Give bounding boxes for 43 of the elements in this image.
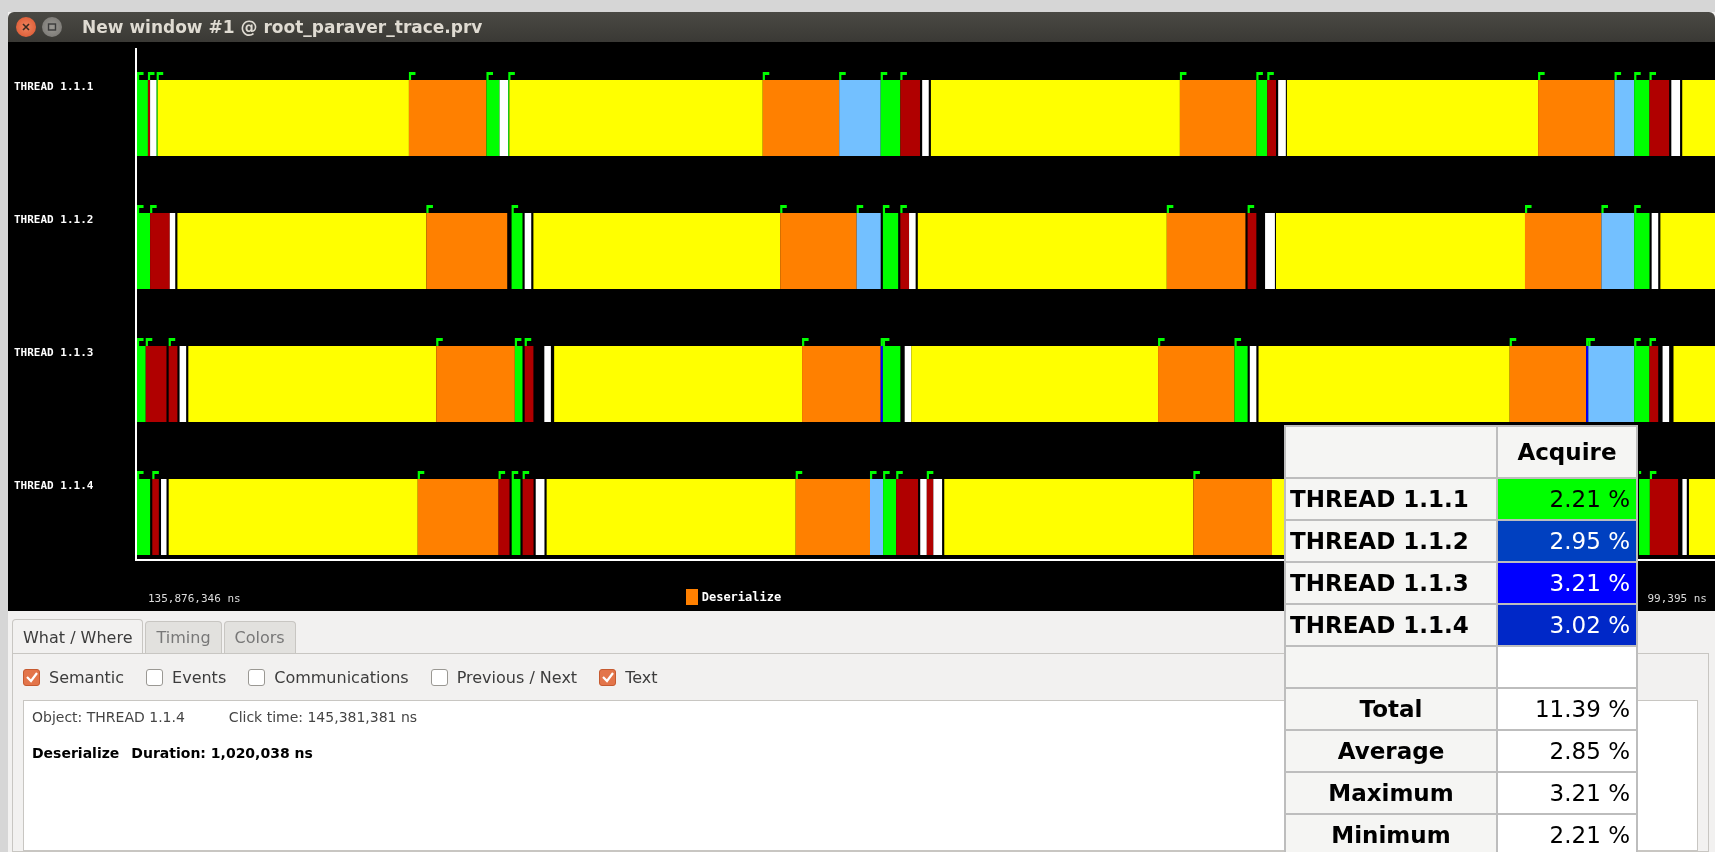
value-cell: 3.21 %: [1498, 563, 1636, 603]
value-cell: 2.21 %: [1498, 479, 1636, 519]
object-text: Object: THREAD 1.1.4: [32, 709, 185, 725]
stat-label: Minimum: [1286, 815, 1496, 852]
tab[interactable]: Colors: [223, 621, 296, 653]
thread-label: THREAD 1.1.3: [13, 346, 95, 361]
checkbox[interactable]: [599, 668, 617, 686]
tab[interactable]: What / Where: [12, 619, 144, 653]
row-header: THREAD 1.1.3: [1286, 563, 1496, 603]
window-title: New window #1 @ root_paraver_trace.prv: [82, 17, 483, 37]
stat-value: 11.39 %: [1498, 689, 1636, 729]
maximize-icon[interactable]: [42, 17, 62, 37]
option-checkbox[interactable]: Communications: [248, 667, 409, 687]
row-header: THREAD 1.1.1: [1286, 479, 1496, 519]
thread-label: THREAD 1.1.1: [13, 80, 95, 95]
duration-text: Duration: 1,020,038 ns: [131, 745, 313, 761]
option-checkbox[interactable]: Previous / Next: [430, 667, 578, 687]
time-start-label: 135,876,346 ns: [148, 592, 241, 605]
thread-label: THREAD 1.1.4: [13, 479, 95, 494]
column-header: Acquire: [1498, 427, 1636, 477]
click-time-text: Click time: 145,381,381 ns: [228, 709, 418, 725]
stat-label: Maximum: [1286, 773, 1496, 813]
checkbox[interactable]: [23, 668, 40, 686]
stat-label: Average: [1286, 731, 1496, 771]
value-cell: 2.95 %: [1498, 521, 1636, 561]
stat-value: 3.21 %: [1498, 773, 1636, 813]
checkbox[interactable]: [430, 668, 448, 686]
stat-label: Total: [1286, 689, 1496, 729]
row-header: THREAD 1.1.4: [1286, 605, 1496, 645]
option-checkbox[interactable]: Text: [599, 667, 658, 687]
state-text: Deserialize: [32, 745, 120, 761]
row-header: THREAD 1.1.2: [1286, 521, 1496, 561]
legend-label: Deserialize: [701, 590, 782, 604]
time-end-label: 99,395 ns: [1647, 592, 1707, 605]
close-icon[interactable]: [16, 17, 36, 37]
stat-value: 2.85 %: [1498, 731, 1636, 771]
option-checkbox[interactable]: Events: [146, 667, 227, 687]
value-cell: 3.02 %: [1498, 605, 1636, 645]
thread-label: THREAD 1.1.2: [13, 213, 95, 228]
checkbox[interactable]: [146, 668, 164, 686]
stat-value: 2.21 %: [1498, 815, 1636, 852]
option-checkbox[interactable]: Semantic: [23, 667, 125, 687]
checkbox[interactable]: [248, 668, 266, 686]
